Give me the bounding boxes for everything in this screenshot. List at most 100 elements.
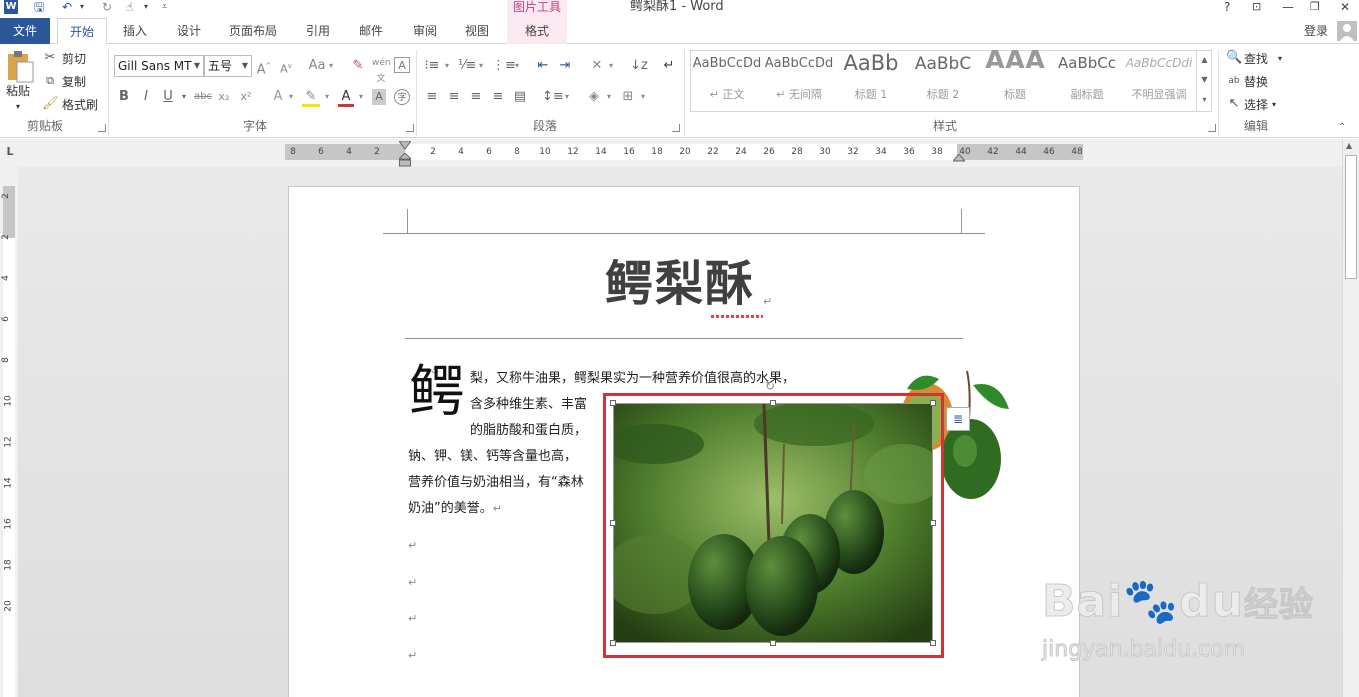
find-button[interactable]: 查找 — [1244, 52, 1268, 66]
shading-icon[interactable]: ◈ — [586, 89, 602, 105]
distributed-icon[interactable]: ▤ — [512, 89, 528, 105]
phonetic-guide-icon[interactable]: wén 文 — [372, 55, 391, 87]
cut-icon[interactable]: ✂ — [42, 50, 58, 66]
document-title[interactable]: 鳄梨酥 — [605, 255, 755, 313]
font-launcher-icon[interactable] — [406, 124, 414, 132]
avatar[interactable] — [1337, 21, 1357, 41]
subscript-icon[interactable]: x₂ — [216, 89, 232, 105]
numbering-dropdown-icon[interactable]: ▾ — [476, 58, 486, 74]
cut-button[interactable]: 剪切 — [62, 52, 86, 66]
clear-formatting-icon[interactable]: ✎ — [350, 58, 366, 74]
change-case-dropdown-icon[interactable]: ▾ — [326, 58, 336, 74]
chinese-layout-dropdown-icon[interactable]: ▾ — [606, 58, 616, 74]
italic-icon[interactable]: I — [140, 89, 152, 105]
format-painter-button[interactable]: 格式刷 — [62, 98, 98, 112]
show-marks-icon[interactable]: ↵ — [660, 58, 678, 74]
undo-dropdown-icon[interactable]: ▾ — [80, 0, 84, 14]
bullets-dropdown-icon[interactable]: ▾ — [442, 58, 452, 74]
grow-font-icon[interactable]: A^ — [256, 58, 272, 78]
borders-icon[interactable]: ⊞ — [620, 89, 636, 105]
first-line-indent-marker[interactable] — [398, 140, 412, 150]
styles-scroll[interactable]: ▲ ▼ ▾ — [1196, 50, 1212, 112]
select-icon[interactable]: ↖ — [1226, 96, 1242, 112]
paste-button[interactable]: 粘贴 — [6, 84, 30, 98]
chinese-layout-icon[interactable]: ✕ — [588, 58, 606, 74]
paragraph-launcher-icon[interactable] — [672, 124, 680, 132]
style-no-spacing[interactable]: AaBbCcDd ↵ 无间隔 — [764, 48, 834, 112]
character-border-icon[interactable]: A — [394, 57, 410, 73]
tab-design[interactable]: 设计 — [166, 18, 212, 44]
hanging-indent-marker[interactable] — [397, 152, 413, 167]
align-left-icon[interactable]: ≡ — [424, 89, 440, 105]
collapse-ribbon-icon[interactable]: ⌃ — [1338, 122, 1346, 133]
format-painter-icon[interactable]: 🖌 — [42, 96, 59, 112]
text-effects-dropdown-icon[interactable]: ▾ — [286, 89, 296, 105]
body-line[interactable]: 的脂肪酸和蛋白质， — [470, 423, 587, 439]
resize-handle[interactable] — [610, 640, 616, 646]
strikethrough-icon[interactable]: abc — [192, 89, 214, 105]
resize-handle[interactable] — [610, 520, 616, 526]
multilevel-list-icon[interactable]: ⋮≡ — [492, 58, 516, 74]
superscript-icon[interactable]: x² — [238, 89, 254, 105]
sort-icon[interactable]: ↓z — [630, 58, 648, 74]
close-icon[interactable]: ✕ — [1340, 0, 1350, 14]
decrease-indent-icon[interactable]: ⇤ — [534, 58, 552, 74]
select-button[interactable]: 选择 — [1244, 98, 1268, 112]
resize-handle[interactable] — [770, 400, 776, 406]
highlight-dropdown-icon[interactable]: ▾ — [322, 89, 332, 105]
text-effects-icon[interactable]: A — [270, 89, 286, 105]
login-link[interactable]: 登录 — [1298, 18, 1334, 44]
font-name-dropdown-icon[interactable]: ▼ — [194, 56, 200, 76]
underline-dropdown-icon[interactable]: ▾ — [178, 89, 190, 105]
style-title[interactable]: AAA 标题 — [980, 46, 1050, 112]
enclose-characters-icon[interactable]: 字 — [394, 89, 410, 105]
body-line[interactable]: 梨，又称牛油果，鳄梨果实为一种营养价值很高的水果， — [470, 371, 795, 387]
justify-icon[interactable]: ≡ — [490, 89, 506, 105]
scroll-up-icon[interactable]: ▲ — [1346, 141, 1352, 150]
shrink-font-icon[interactable]: Av — [278, 58, 294, 78]
body-line[interactable]: 奶油”的美誉。↵ — [408, 501, 502, 517]
tab-mailings[interactable]: 邮件 — [348, 18, 394, 44]
increase-indent-icon[interactable]: ⇥ — [556, 58, 574, 74]
align-center-icon[interactable]: ≡ — [446, 89, 462, 105]
restore-icon[interactable]: ❐ — [1310, 0, 1320, 14]
underline-icon[interactable]: U — [162, 89, 174, 105]
style-subtle-emphasis[interactable]: AaBbCcDdi 不明显强调 — [1124, 48, 1194, 112]
paste-icon[interactable] — [4, 50, 36, 83]
replace-icon[interactable]: ab — [1226, 73, 1242, 89]
line-spacing-icon[interactable]: ↕≡ — [542, 89, 564, 105]
styles-launcher-icon[interactable] — [1208, 124, 1216, 132]
right-indent-marker[interactable] — [951, 153, 967, 163]
resize-handle[interactable] — [930, 520, 936, 526]
tab-review[interactable]: 审阅 — [402, 18, 448, 44]
avocado-photo[interactable] — [613, 403, 933, 643]
highlight-icon[interactable]: ✎ — [302, 89, 320, 107]
rotate-handle-icon[interactable]: ↻ — [765, 379, 775, 393]
body-line[interactable]: 营养价值与奶油相当，有“森林 — [408, 475, 584, 491]
copy-icon[interactable]: ⧉ — [42, 73, 58, 89]
document-page[interactable]: 鳄梨酥 ↵ ⚓ 鳄 梨，又称牛油果，鳄梨果实为一种营养价值很高的水果， 含多种维… — [288, 186, 1080, 697]
resize-handle[interactable] — [930, 400, 936, 406]
font-name-box[interactable]: Gill Sans MT ▼ — [114, 55, 204, 77]
ribbon-display-icon[interactable]: ⊡ — [1252, 0, 1261, 14]
style-heading-2[interactable]: AaBbC 标题 2 — [908, 48, 978, 112]
character-shading-icon[interactable]: A — [372, 89, 386, 105]
multilevel-dropdown-icon[interactable]: ▾ — [512, 58, 522, 74]
body-line[interactable]: 含多种维生素、丰富 — [470, 397, 587, 413]
numbering-icon[interactable]: ⅟≡ — [458, 58, 476, 74]
save-icon[interactable]: 🖫 — [34, 0, 44, 14]
tab-page-layout[interactable]: 页面布局 — [220, 18, 286, 44]
change-case-icon[interactable]: Aa — [306, 58, 328, 74]
tab-references[interactable]: 引用 — [295, 18, 341, 44]
resize-handle[interactable] — [770, 640, 776, 646]
style-subtitle[interactable]: AaBbCc 副标题 — [1052, 48, 1122, 112]
style-normal[interactable]: AaBbCcDd ↵ 正文 — [692, 48, 762, 112]
find-icon[interactable]: 🔍 — [1226, 50, 1242, 66]
customize-qat-icon[interactable]: ⩡ — [162, 0, 167, 14]
font-color-icon[interactable]: A — [338, 89, 354, 107]
resize-handle[interactable] — [930, 640, 936, 646]
bold-icon[interactable]: B — [118, 89, 130, 105]
styles-more-icon[interactable]: ▾ — [1197, 90, 1212, 110]
tab-insert[interactable]: 插入 — [112, 18, 158, 44]
tab-selector[interactable]: L — [2, 145, 18, 161]
